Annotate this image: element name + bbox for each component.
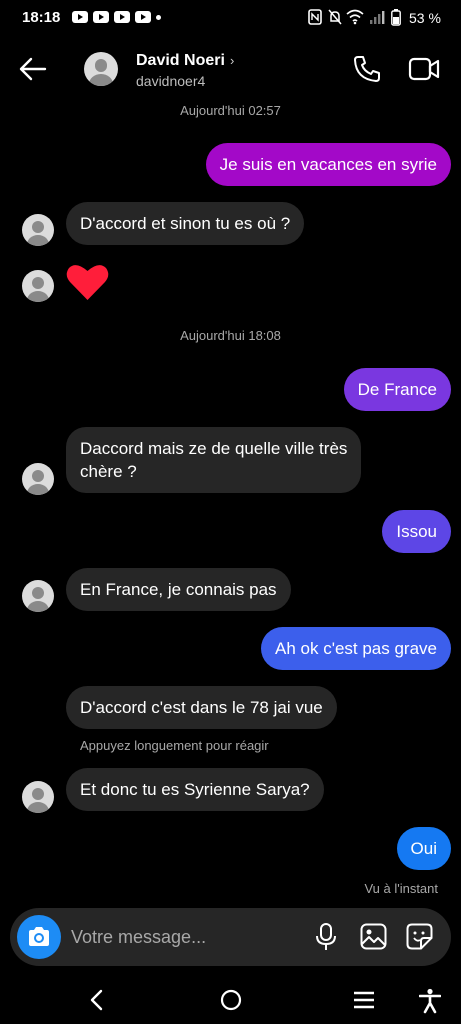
nav-home-icon[interactable]	[219, 988, 243, 1012]
contact-username[interactable]: davidnoer4	[136, 73, 205, 89]
message-line: chère ?	[80, 462, 137, 481]
status-bar: 18:18 53 %	[0, 0, 461, 36]
camera-icon	[29, 927, 49, 946]
gallery-icon[interactable]	[360, 923, 387, 950]
incoming-message[interactable]: En France, je connais pas	[66, 568, 291, 611]
camera-button[interactable]	[17, 915, 61, 959]
timestamp: Aujourd'hui 02:57	[180, 103, 281, 118]
incoming-message[interactable]: D'accord et sinon tu es où ?	[66, 202, 305, 245]
message-line: Daccord mais ze de quelle ville très	[80, 439, 348, 458]
incoming-message[interactable]: Daccord mais ze de quelle ville très chè…	[66, 427, 362, 493]
youtube-icon	[72, 11, 88, 23]
contact-avatar[interactable]	[22, 214, 54, 246]
phone-call-icon[interactable]	[352, 54, 382, 84]
incoming-message[interactable]: Et donc tu es Syrienne Sarya?	[66, 768, 324, 811]
wifi-icon	[346, 9, 364, 25]
back-arrow-icon[interactable]	[18, 54, 48, 84]
message-composer: Votre message...	[10, 908, 451, 966]
timestamp: Aujourd'hui 18:08	[180, 328, 281, 343]
incoming-message[interactable]: D'accord c'est dans le 78 jai vue	[66, 686, 337, 729]
contact-avatar[interactable]	[22, 580, 54, 612]
outgoing-message[interactable]: Issou	[382, 510, 451, 553]
mute-icon	[328, 9, 342, 25]
battery-percent: 53 %	[409, 10, 441, 26]
youtube-icon	[93, 11, 109, 23]
contact-name[interactable]: David Noeri	[136, 52, 225, 70]
accessibility-icon[interactable]	[419, 988, 441, 1014]
seen-status: Vu à l'instant	[364, 881, 438, 896]
outgoing-message[interactable]: Je suis en vacances en syrie	[205, 143, 451, 186]
nfc-icon	[308, 9, 322, 25]
contact-avatar[interactable]	[84, 52, 118, 86]
contact-avatar[interactable]	[22, 463, 54, 495]
status-time: 18:18	[22, 9, 61, 26]
message-input[interactable]: Votre message...	[71, 927, 206, 948]
contact-avatar[interactable]	[22, 270, 54, 302]
system-nav-bar	[0, 978, 461, 1024]
battery-icon	[391, 9, 401, 26]
sticker-icon[interactable]	[406, 923, 433, 950]
notification-dot	[156, 15, 161, 20]
contact-avatar[interactable]	[22, 781, 54, 813]
outgoing-message[interactable]: Oui	[396, 827, 451, 870]
chat-header: David Noeri › davidnoer4	[0, 40, 461, 100]
nav-back-icon[interactable]	[87, 988, 107, 1012]
nav-recents-icon[interactable]	[352, 988, 376, 1012]
outgoing-message[interactable]: De France	[343, 368, 451, 411]
heart-reaction-icon[interactable]	[66, 263, 109, 301]
chevron-right-icon[interactable]: ›	[230, 53, 234, 68]
youtube-icon	[135, 11, 151, 23]
outgoing-message[interactable]: Ah ok c'est pas grave	[261, 627, 451, 670]
long-press-hint: Appuyez longuement pour réagir	[80, 738, 269, 753]
video-call-icon[interactable]	[408, 56, 440, 82]
youtube-icon	[114, 11, 130, 23]
signal-icon	[370, 11, 385, 24]
microphone-icon[interactable]	[315, 923, 337, 951]
